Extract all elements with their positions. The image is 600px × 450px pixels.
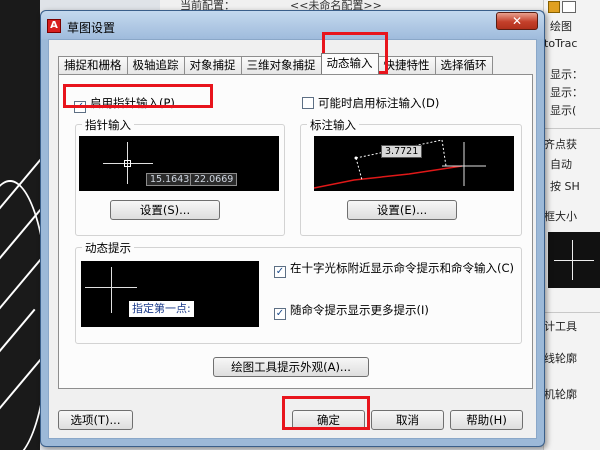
dimension-input-group: 标注输入 3.7721 设置(E)... [300,117,522,236]
options-button[interactable]: 选项(T)... [58,410,133,430]
drawing-canvas-background [0,0,40,450]
side-text: 显示( [550,104,577,117]
show-additional-tips-label: 随命令提示显示更多提示(I) [290,303,429,317]
enable-dimension-input-checkbox[interactable]: 可能时启用标注输入(D) [302,95,439,111]
side-text: 齐点获 [544,138,577,151]
checkbox-box: ✓ [274,308,286,320]
coordinate-x-tooltip: 15.1643 [146,173,194,186]
side-text: 框大小 [544,210,577,223]
tab-quick-properties[interactable]: 快捷特性 [377,56,436,74]
checkbox-box: ✓ [74,101,86,113]
crosshair-horizontal [554,260,594,261]
autocad-logo-icon: A [47,19,61,33]
background-side-panel: 绘图 toTrac 显示： 显示： 显示( 齐点获 自动 按 SH 框大小 计工… [543,0,600,450]
pointer-input-group: 指针输入 15.1643 22.0669 设置(S)... [75,117,285,236]
dynamic-prompt-group: 动态提示 指定第一点: ✓ 在十字光标附近显示命令提示和命令输入(C) ✓ 随命令提… [75,240,522,344]
tab-object-snap[interactable]: 对象捕捉 [183,56,242,74]
show-command-prompt-near-crosshair-checkbox[interactable]: ✓ 在十字光标附近显示命令提示和命令输入(C) [274,262,514,278]
tab-3d-object-snap[interactable]: 三维对象捕捉 [240,56,322,74]
title-bar[interactable]: A 草图设置 ✕ [41,11,544,39]
coordinate-y-tooltip: 22.0669 [190,173,238,186]
enable-pointer-input-label: 启用指针输入(P) [90,96,175,110]
dynamic-prompt-group-title: 动态提示 [82,240,134,256]
show-command-prompt-label: 在十字光标附近显示命令提示和命令输入(C) [290,261,515,275]
dimension-value-tooltip: 3.7721 [381,145,423,158]
pointer-input-preview: 15.1643 22.0669 [79,136,279,191]
show-additional-tips-checkbox[interactable]: ✓ 随命令提示显示更多提示(I) [274,302,429,320]
side-text: 计工具 [544,320,577,333]
command-prompt-tooltip: 指定第一点: [129,301,194,317]
side-text: 自动 [550,158,572,171]
close-button[interactable]: ✕ [496,12,538,30]
checkbox-box [302,97,314,109]
crosshair-horizontal [85,287,137,288]
check-icon: ✓ [75,101,85,112]
side-text: 显示： [550,86,583,99]
dimension-input-group-title: 标注输入 [307,117,359,133]
side-text: toTrac [544,37,578,50]
tab-dynamic-input[interactable]: 动态输入 [320,53,379,74]
enable-pointer-input-checkbox[interactable]: ✓ 启用指针输入(P) [74,95,175,113]
ok-button[interactable]: 确定 [292,410,365,430]
divider [544,312,600,313]
pickbox [124,160,131,167]
tab-strip: 捕捉和栅格 极轴追踪 对象捕捉 三维对象捕捉 动态输入 快捷特性 选择循环 [58,53,493,74]
help-button[interactable]: 帮助(H) [450,410,523,430]
tab-polar-tracking[interactable]: 极轴追踪 [126,56,185,74]
side-text: 机轮廓 [544,388,577,401]
side-text: 按 SH [550,180,580,193]
dialog-body: 捕捉和栅格 极轴追踪 对象捕捉 三维对象捕捉 动态输入 快捷特性 选择循环 ✓ 启… [48,39,537,439]
pointer-input-group-title: 指针输入 [82,117,134,133]
check-icon: ✓ [275,266,285,277]
aperture-preview [548,232,600,288]
check-icon: ✓ [275,308,285,319]
side-text: 线轮廓 [544,352,577,365]
divider [544,128,600,129]
close-icon: ✕ [511,14,523,28]
checkbox-box: ✓ [274,266,286,278]
tab-selection-cycling[interactable]: 选择循环 [434,56,493,74]
drawing-curve [0,180,40,450]
folder-icon [548,1,560,13]
document-icon [562,1,576,13]
crosshair-vertical [111,267,112,313]
dimension-settings-button[interactable]: 设置(E)... [347,200,457,220]
dynamic-prompt-preview: 指定第一点: [81,261,259,327]
dynamic-input-panel: ✓ 启用指针输入(P) 可能时启用标注输入(D) 指针输入 15.1643 22.… [58,74,533,389]
dialog-title: 草图设置 [67,21,116,35]
drafting-tooltip-appearance-button[interactable]: 绘图工具提示外观(A)... [213,357,369,377]
tab-snap-and-grid[interactable]: 捕捉和栅格 [58,56,128,74]
cancel-button[interactable]: 取消 [371,410,444,430]
enable-dimension-input-label: 可能时启用标注输入(D) [318,96,440,110]
side-text: 绘图 [550,20,572,33]
dimension-input-preview: 3.7721 [314,136,514,191]
pointer-settings-button[interactable]: 设置(S)... [110,200,220,220]
drafting-settings-dialog: A 草图设置 ✕ 捕捉和栅格 极轴追踪 对象捕捉 三维对象捕捉 动态输入 快捷特… [40,10,545,447]
side-text: 显示： [550,68,583,81]
